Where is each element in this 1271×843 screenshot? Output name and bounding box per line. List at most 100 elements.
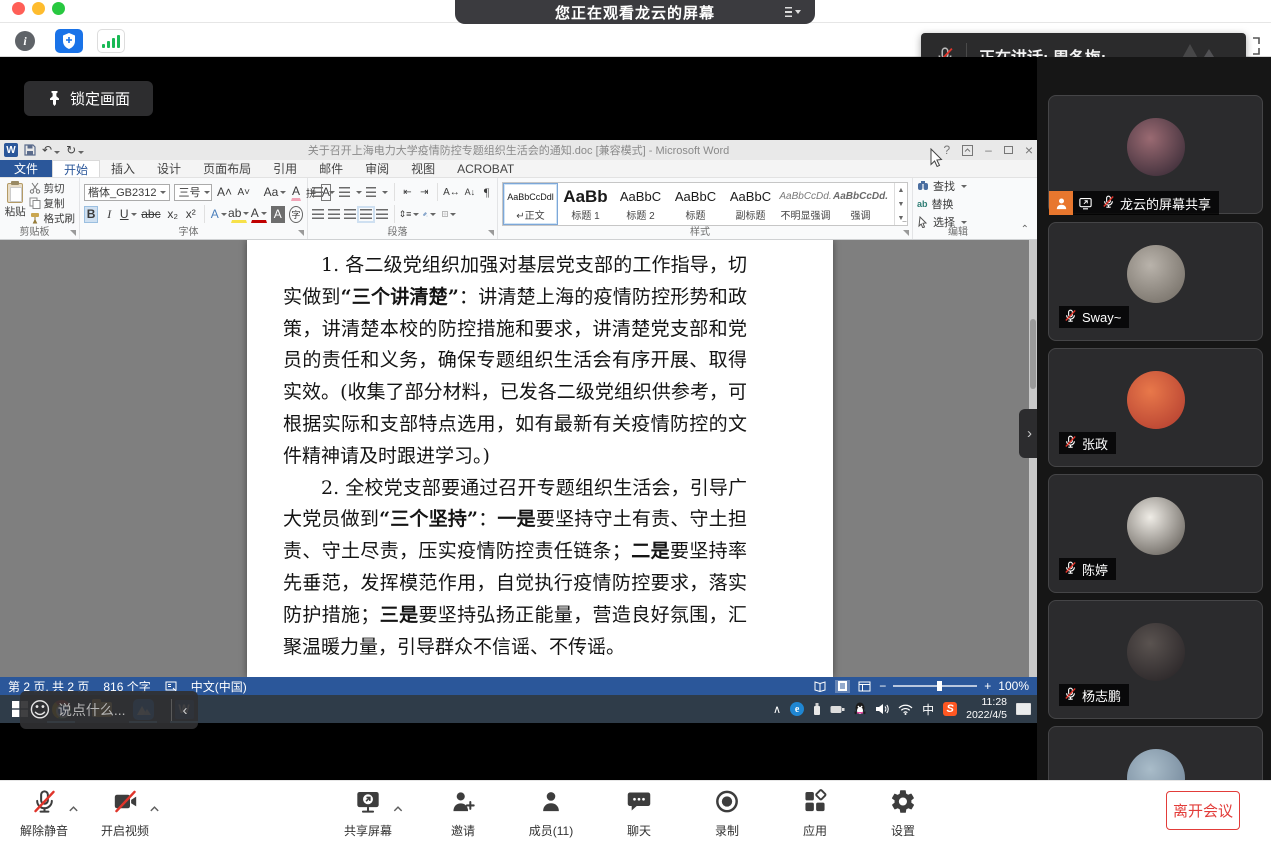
align-center-button[interactable] bbox=[328, 209, 340, 220]
close-button[interactable]: × bbox=[1025, 142, 1033, 158]
participant-tile-4[interactable]: 陈婷 bbox=[1048, 474, 1263, 593]
ribbon-tab-2[interactable]: 插入 bbox=[100, 160, 146, 177]
save-icon[interactable] bbox=[24, 144, 36, 156]
change-case-button[interactable]: Aa bbox=[263, 184, 287, 201]
ribbon-tab-3[interactable]: 设计 bbox=[146, 160, 192, 177]
banner-menu-button[interactable] bbox=[785, 6, 801, 17]
participant-tile-3[interactable]: 张政 bbox=[1048, 348, 1263, 467]
document-scrollbar[interactable] bbox=[1029, 240, 1037, 677]
volume-icon[interactable] bbox=[875, 703, 889, 715]
underline-button[interactable]: U bbox=[120, 206, 136, 223]
ribbon-tab-1[interactable]: 开始 bbox=[52, 160, 100, 177]
replace-button[interactable]: ab替换 bbox=[917, 196, 1009, 212]
ribbon-options-icon[interactable] bbox=[962, 145, 973, 156]
shading-button[interactable] bbox=[421, 206, 437, 223]
increase-indent-button[interactable]: ⇥ bbox=[418, 184, 431, 201]
invite-button[interactable]: 邀请 bbox=[433, 788, 493, 839]
borders-button[interactable] bbox=[441, 206, 457, 223]
numbering-button[interactable] bbox=[339, 187, 350, 198]
ribbon-tab-9[interactable]: ACROBAT bbox=[446, 160, 525, 177]
line-spacing-button[interactable]: ⇕≡ bbox=[401, 206, 417, 223]
paragraph-dialog-launcher[interactable] bbox=[488, 230, 494, 236]
show-hide-marks-button[interactable]: ¶ bbox=[480, 184, 493, 201]
align-right-button[interactable] bbox=[344, 209, 356, 220]
style-item-6[interactable]: AaBbCcDd.强调 bbox=[833, 183, 888, 225]
close-traffic-light[interactable] bbox=[12, 2, 25, 15]
grow-font-button[interactable]: A˄ bbox=[216, 184, 232, 201]
notification-center-icon[interactable] bbox=[1016, 703, 1031, 715]
wifi-icon[interactable] bbox=[898, 704, 913, 715]
clipboard-dialog-launcher[interactable] bbox=[70, 230, 76, 236]
bullets-button[interactable] bbox=[312, 187, 323, 198]
zoom-out-button[interactable]: − bbox=[879, 679, 886, 693]
font-name-select[interactable]: 楷体_GB2312 bbox=[84, 184, 170, 201]
participant-tile-6[interactable] bbox=[1048, 726, 1263, 780]
styles-more-button[interactable]: ▼̲ bbox=[898, 215, 905, 222]
usb-icon[interactable] bbox=[813, 702, 821, 716]
network-quality-button[interactable] bbox=[97, 29, 125, 53]
share-screen-button[interactable]: 共享屏幕 bbox=[338, 788, 398, 839]
collapse-chat-icon[interactable]: ‹ bbox=[172, 702, 198, 719]
ribbon-tab-4[interactable]: 页面布局 bbox=[192, 160, 262, 177]
styles-down-arrow[interactable]: ▼ bbox=[898, 201, 905, 208]
fullscreen-traffic-light[interactable] bbox=[52, 2, 65, 15]
quick-chat-bubble[interactable]: ☺ 说点什么... ‹ bbox=[20, 691, 198, 729]
record-button[interactable]: 录制 bbox=[697, 788, 757, 839]
participant-tile-1[interactable]: 龙云的屏幕共享 bbox=[1048, 95, 1263, 214]
minimize-traffic-light[interactable] bbox=[32, 2, 45, 15]
document-page[interactable]: 1. 各二级党组织加强对基层党支部的工作指导，切实做到“三个讲清楚”：讲清楚上海… bbox=[247, 240, 833, 677]
tray-e-icon[interactable]: e bbox=[790, 702, 804, 716]
qq-icon[interactable] bbox=[854, 702, 866, 716]
strikethrough-button[interactable]: abc bbox=[140, 206, 161, 223]
meeting-info-button[interactable]: i bbox=[12, 29, 38, 53]
character-shading-button[interactable]: A bbox=[271, 206, 285, 223]
minimize-button[interactable]: – bbox=[985, 143, 992, 157]
chat-input-placeholder[interactable]: 说点什么... bbox=[58, 700, 171, 720]
undo-icon[interactable]: ↶ bbox=[42, 144, 60, 156]
language-indicator[interactable]: 中文(中国) bbox=[191, 678, 247, 695]
asian-layout-button[interactable]: A↔ bbox=[443, 184, 459, 201]
taskbar-clock[interactable]: 11:28 2022/4/5 bbox=[966, 696, 1007, 721]
ribbon-tab-6[interactable]: 邮件 bbox=[308, 160, 354, 177]
apps-button[interactable]: 应用 bbox=[785, 788, 845, 839]
sort-button[interactable]: A↓ bbox=[463, 184, 476, 201]
ribbon-tab-0[interactable]: 文件 bbox=[0, 160, 52, 177]
italic-button[interactable]: I bbox=[102, 206, 116, 223]
align-left-button[interactable] bbox=[312, 209, 324, 220]
leave-meeting-button[interactable]: 离开会议 bbox=[1166, 791, 1240, 830]
style-item-2[interactable]: AaBbC标题 2 bbox=[613, 183, 668, 225]
style-item-5[interactable]: AaBbCcDd.不明显强调 bbox=[778, 183, 833, 225]
zoom-slider[interactable] bbox=[893, 685, 977, 687]
style-item-1[interactable]: AaBb标题 1 bbox=[558, 183, 613, 225]
start-video-options-caret[interactable] bbox=[149, 800, 160, 839]
input-method-indicator[interactable]: 中 bbox=[922, 701, 934, 718]
copy-button[interactable]: 复制 bbox=[29, 196, 76, 210]
lock-view-button[interactable]: 锁定画面 bbox=[24, 81, 153, 116]
expand-corner-icon[interactable] bbox=[1245, 36, 1261, 56]
ribbon-tab-7[interactable]: 审阅 bbox=[354, 160, 400, 177]
shrink-font-button[interactable]: A˅ bbox=[236, 184, 251, 201]
print-layout-icon[interactable] bbox=[835, 680, 850, 693]
highlight-color-button[interactable]: ab bbox=[231, 206, 247, 223]
share-screen-options-caret[interactable] bbox=[392, 800, 403, 839]
font-color-button[interactable]: A bbox=[251, 206, 267, 223]
web-layout-icon[interactable] bbox=[857, 680, 872, 693]
subscript-button[interactable]: x₂ bbox=[166, 206, 180, 223]
find-button[interactable]: 查找 bbox=[917, 178, 1009, 194]
zoom-level[interactable]: 100% bbox=[998, 679, 1029, 693]
read-mode-icon[interactable] bbox=[813, 680, 828, 693]
text-effects-button[interactable]: A bbox=[211, 206, 227, 223]
zoom-in-button[interactable]: + bbox=[984, 679, 991, 693]
distribute-button[interactable] bbox=[376, 209, 388, 220]
superscript-button[interactable]: x² bbox=[184, 206, 198, 223]
collapse-ribbon-button[interactable]: ⌃ bbox=[1021, 224, 1029, 235]
font-size-select[interactable]: 三号 bbox=[174, 184, 212, 201]
emoji-icon[interactable]: ☺ bbox=[29, 698, 51, 722]
start-video-button[interactable]: 开启视频 bbox=[95, 788, 155, 839]
styles-dialog-launcher[interactable] bbox=[903, 230, 909, 236]
clear-formatting-button[interactable]: A bbox=[291, 184, 301, 201]
font-dialog-launcher[interactable] bbox=[298, 230, 304, 236]
styles-up-arrow[interactable]: ▲ bbox=[898, 187, 905, 194]
participant-tile-5[interactable]: 杨志鹏 bbox=[1048, 600, 1263, 719]
justify-button[interactable] bbox=[360, 209, 372, 220]
